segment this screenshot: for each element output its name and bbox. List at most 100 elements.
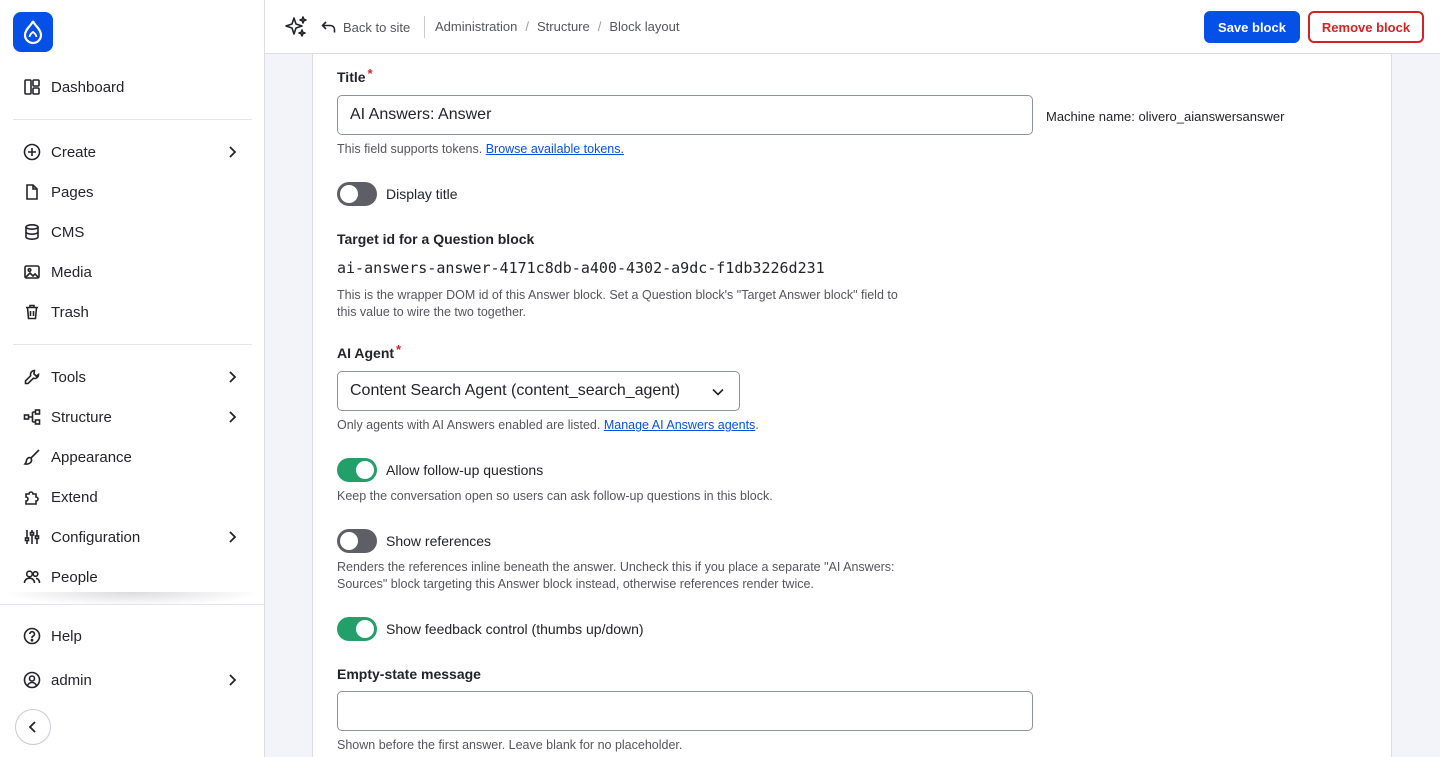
empty-state-input[interactable] <box>337 691 1033 731</box>
sidebar-item-label: Tools <box>51 368 87 386</box>
sidebar-item-label: Trash <box>51 303 89 321</box>
sidebar-item-label: Help <box>51 627 82 645</box>
sidebar-item-appearance[interactable]: Appearance <box>13 439 252 475</box>
brush-icon <box>23 448 41 466</box>
top-bar: Back to site Administration / Structure … <box>265 0 1440 54</box>
remove-block-button[interactable]: Remove block <box>1308 11 1424 43</box>
sidebar-item-people[interactable]: People <box>13 559 252 595</box>
sidebar-item-label: CMS <box>51 223 85 241</box>
display-title-label[interactable]: Display title <box>386 186 458 202</box>
toggle-knob <box>340 532 358 550</box>
drupal-logo[interactable] <box>13 12 53 52</box>
chevron-right-icon <box>229 531 237 543</box>
sidebar-item-pages[interactable]: Pages <box>13 174 252 210</box>
chevron-right-icon <box>229 146 237 158</box>
admin-sidebar: Dashboard Create Pages CMS Media Trash T… <box>0 0 265 757</box>
people-icon <box>23 568 41 586</box>
ai-agent-label: AI Agent * <box>337 342 402 361</box>
sidebar-item-extend[interactable]: Extend <box>13 479 252 515</box>
chevron-right-icon <box>229 674 237 686</box>
machine-name: Machine name: olivero_aianswersanswer <box>1046 109 1285 124</box>
breadcrumb-separator: / <box>597 19 602 34</box>
structure-icon <box>23 408 41 426</box>
back-to-site-label: Back to site <box>343 19 411 35</box>
toggle-knob <box>340 185 358 203</box>
show-references-toggle[interactable] <box>337 529 377 553</box>
plus-circle-icon <box>23 143 41 161</box>
sidebar-item-media[interactable]: Media <box>13 254 252 290</box>
show-references-label[interactable]: Show references <box>386 533 491 549</box>
sidebar-item-cms[interactable]: CMS <box>13 214 252 250</box>
image-icon <box>23 263 41 281</box>
sidebar-item-tools[interactable]: Tools <box>13 359 252 395</box>
ai-agent-selected-value: Content Search Agent (content_search_age… <box>350 382 680 399</box>
divider <box>424 16 425 38</box>
empty-state-description: Shown before the first answer. Leave bla… <box>337 738 683 752</box>
follow-up-toggle[interactable] <box>337 458 377 482</box>
sidebar-item-label: Dashboard <box>51 78 125 96</box>
breadcrumb-block-layout[interactable]: Block layout <box>609 19 679 34</box>
target-id-label: Target id for a Question block <box>337 231 535 247</box>
required-marker: * <box>396 342 402 357</box>
help-icon <box>23 627 41 645</box>
collapse-sidebar-button[interactable] <box>15 709 51 745</box>
required-marker: * <box>367 66 373 81</box>
ai-agent-description: Only agents with AI Answers enabled are … <box>337 418 759 432</box>
sparkle-icon[interactable] <box>283 14 309 40</box>
empty-state-label: Empty-state message <box>337 666 481 682</box>
sidebar-item-help[interactable]: Help <box>13 618 252 654</box>
sliders-icon <box>23 528 41 546</box>
display-title-toggle[interactable] <box>337 182 377 206</box>
chevron-left-icon <box>28 721 36 733</box>
browse-tokens-link[interactable]: Browse available tokens. <box>486 142 624 156</box>
sidebar-item-label: Configuration <box>51 528 141 546</box>
follow-up-description: Keep the conversation open so users can … <box>337 489 773 503</box>
target-id-description: This is the wrapper DOM id of this Answe… <box>337 288 898 319</box>
feedback-toggle[interactable] <box>337 617 377 641</box>
manage-agents-link[interactable]: Manage AI Answers agents <box>604 418 755 432</box>
chevron-right-icon <box>229 411 237 423</box>
feedback-label[interactable]: Show feedback control (thumbs up/down) <box>386 621 644 637</box>
sidebar-item-user[interactable]: admin <box>13 662 252 698</box>
divider <box>13 344 252 345</box>
chevron-right-icon <box>229 371 237 383</box>
show-references-description: Renders the references inline beneath th… <box>337 560 895 591</box>
title-field-label: Title * <box>337 66 373 85</box>
sidebar-item-label: Extend <box>51 488 98 506</box>
toggle-knob <box>356 461 374 479</box>
back-arrow-icon <box>321 21 336 33</box>
dashboard-icon <box>23 78 41 96</box>
wrench-icon <box>23 368 41 386</box>
ai-agent-select[interactable]: Content Search Agent (content_search_age… <box>337 371 740 411</box>
toggle-knob <box>356 620 374 638</box>
drupal-drop-icon <box>23 20 43 44</box>
sidebar-item-label: Media <box>51 263 92 281</box>
sidebar-item-label: Pages <box>51 183 94 201</box>
divider <box>13 119 252 120</box>
breadcrumb-administration[interactable]: Administration <box>435 19 517 34</box>
sidebar-item-label: Create <box>51 143 97 161</box>
sidebar-item-label: admin <box>51 671 92 689</box>
back-to-site-link[interactable]: Back to site <box>321 17 410 37</box>
sidebar-item-create[interactable]: Create <box>13 134 252 170</box>
sidebar-item-configuration[interactable]: Configuration <box>13 519 252 555</box>
block-form: Title* Machine name: olivero_aianswersan… <box>312 54 1392 757</box>
trash-icon <box>23 303 41 321</box>
sidebar-item-trash[interactable]: Trash <box>13 294 252 330</box>
sidebar-item-label: Appearance <box>51 448 132 466</box>
user-circle-icon <box>23 671 41 689</box>
sidebar-item-dashboard[interactable]: Dashboard <box>13 69 252 105</box>
sidebar-item-structure[interactable]: Structure <box>13 399 252 435</box>
breadcrumb-structure[interactable]: Structure <box>537 19 590 34</box>
tokens-description: This field supports tokens. Browse avail… <box>337 142 624 156</box>
puzzle-icon <box>23 488 41 506</box>
breadcrumb-separator: / <box>525 19 529 34</box>
sidebar-item-label: Structure <box>51 408 112 426</box>
title-input[interactable] <box>337 95 1033 135</box>
follow-up-label[interactable]: Allow follow-up questions <box>386 462 543 478</box>
breadcrumb: Administration / Structure / Block layou… <box>435 19 679 34</box>
save-block-button[interactable]: Save block <box>1204 11 1300 43</box>
page-icon <box>23 183 41 201</box>
sidebar-item-label: People <box>51 568 98 586</box>
chevron-down-icon <box>712 388 724 396</box>
